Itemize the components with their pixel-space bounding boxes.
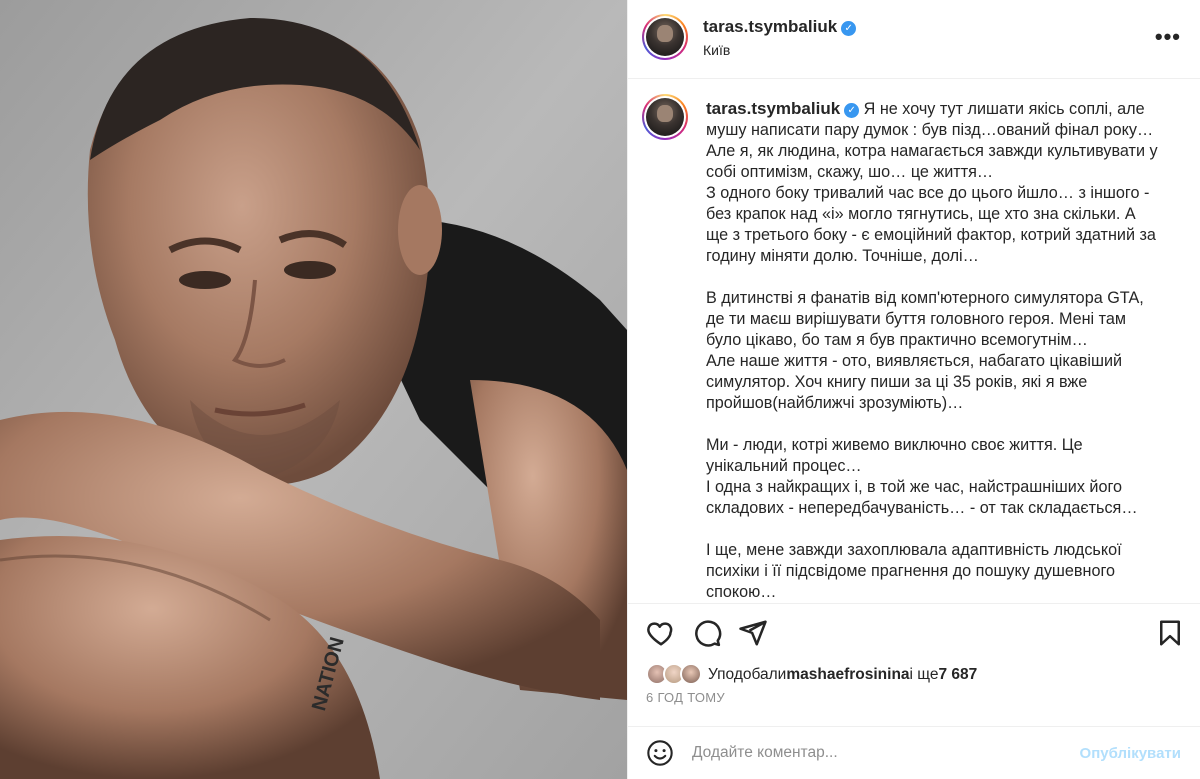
caption-scroll-area[interactable]: taras.tsymbaliuk ✓ Я не хочу тут лишати я… — [628, 80, 1200, 604]
author-avatar[interactable] — [642, 14, 688, 60]
post-side-panel: taras.tsymbaliuk ✓ Київ ••• taras.tsymbal… — [627, 0, 1200, 779]
liker-avatars[interactable] — [646, 663, 704, 687]
verified-badge-icon: ✓ — [841, 21, 857, 36]
author-username-link[interactable]: taras.tsymbaliuk — [703, 17, 837, 36]
share-icon[interactable] — [738, 618, 768, 648]
post-timestamp[interactable]: 6 ГОД ТОМУ — [646, 690, 725, 705]
caption-body: Я не хочу тут лишати якісь соплі, але му… — [706, 100, 1158, 601]
post-location-link[interactable]: Київ — [703, 42, 730, 58]
caption-verified-badge-icon: ✓ — [844, 103, 860, 118]
post-photo[interactable]: NATION — [0, 0, 627, 779]
portrait-photo-illustration: NATION — [0, 0, 627, 779]
heart-icon[interactable] — [646, 618, 676, 648]
comment-input[interactable] — [692, 739, 1072, 767]
emoji-icon[interactable] — [646, 739, 674, 767]
likes-summary: Уподобали mashaefrosinina і ще 7 687 — [646, 662, 977, 688]
publish-button[interactable]: Опублікувати — [1080, 745, 1181, 762]
comment-icon[interactable] — [692, 618, 722, 648]
more-options-icon[interactable]: ••• — [1155, 24, 1181, 50]
post-actions-bar — [628, 608, 1200, 658]
caption-username-link[interactable]: taras.tsymbaliuk — [706, 99, 840, 118]
caption-text: taras.tsymbaliuk ✓ Я не хочу тут лишати я… — [706, 98, 1161, 603]
likes-middle: і ще — [909, 666, 939, 683]
comment-bar: Опублікувати — [628, 726, 1200, 779]
likes-count-link[interactable]: 7 687 — [938, 666, 977, 684]
bookmark-icon[interactable] — [1155, 618, 1185, 648]
post-header: taras.tsymbaliuk ✓ Київ ••• — [628, 0, 1200, 79]
liker-username-link[interactable]: mashaefrosinina — [786, 666, 909, 684]
author-name-row: taras.tsymbaliuk ✓ — [703, 17, 857, 37]
caption-author-avatar[interactable] — [642, 94, 688, 140]
likes-prefix: Уподобали — [708, 666, 787, 683]
